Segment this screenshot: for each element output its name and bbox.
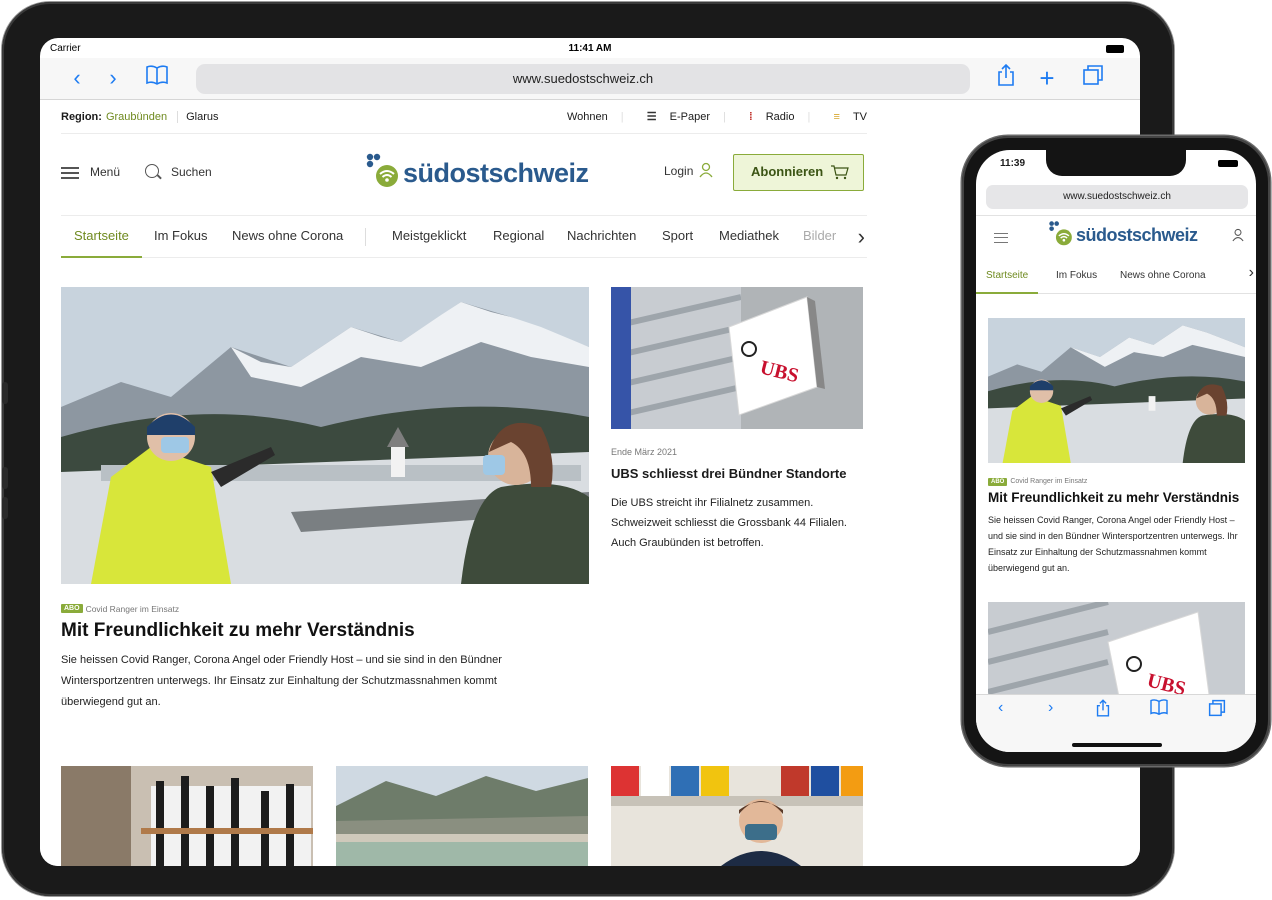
phone-browser-toolbar: ‹ › (976, 694, 1256, 752)
epaper-link[interactable]: ☰ E-Paper (637, 111, 710, 123)
divider: | (620, 111, 624, 123)
nav-divider (365, 228, 366, 246)
tablet-side-button (2, 497, 8, 519)
browser-toolbar: ‹ › www.suedostschweiz.ch + (40, 58, 1140, 100)
epaper-icon: ☰ (646, 111, 657, 123)
hero-title[interactable]: Mit Freundlichkeit zu mehr Verständnis (61, 620, 415, 642)
bookmarks-icon[interactable] (1150, 699, 1168, 720)
tv-label: TV (852, 111, 867, 123)
region-label: Region: (61, 111, 102, 123)
divider: | (807, 111, 811, 123)
phone-address-bar[interactable]: www.suedostschweiz.ch (986, 185, 1248, 209)
wohnen-link[interactable]: Wohnen (567, 111, 608, 123)
phone-notch (1046, 150, 1186, 176)
subscribe-label: Abonnieren (751, 164, 824, 179)
epaper-label: E-Paper (669, 111, 710, 123)
region-bar: Region: Graubünden Glarus Wohnen | ☰ E-Pap… (61, 100, 867, 134)
phone-status-time: 11:39 (1000, 158, 1026, 169)
nav-mediathek[interactable]: Mediathek (719, 216, 779, 258)
back-icon[interactable]: ‹ (998, 699, 1003, 717)
region-graubuenden-link[interactable]: Graubünden (106, 111, 167, 123)
phone-hero-image[interactable] (988, 318, 1245, 463)
phone-second-story-image[interactable]: UBS (988, 602, 1245, 702)
tabs-icon[interactable] (1208, 699, 1226, 722)
radio-link[interactable]: ⁞ Radio (739, 111, 794, 123)
nav-im-fokus[interactable]: Im Fokus (154, 216, 207, 258)
phone-screen: 11:39 www.suedostschweiz.ch südostschwei… (976, 150, 1256, 752)
forward-icon[interactable]: › (1048, 699, 1053, 717)
user-icon[interactable] (1232, 228, 1244, 242)
menu-button[interactable]: Menü (90, 165, 120, 179)
phone-navigation: Startseite Im Fokus News ohne Corona › (976, 260, 1256, 294)
subscribe-button[interactable]: Abonnieren (733, 154, 864, 191)
chevron-right-icon[interactable]: › (858, 224, 865, 250)
battery-icon (1218, 160, 1238, 167)
login-button[interactable]: Login (664, 164, 693, 178)
address-bar[interactable]: www.suedostschweiz.ch (196, 64, 970, 94)
abo-badge: ABO (61, 604, 83, 614)
status-time: 11:41 AM (568, 43, 612, 54)
nav-nachrichten[interactable]: Nachrichten (567, 216, 636, 258)
chevron-right-icon[interactable]: › (1249, 264, 1254, 282)
hero-kicker-text: Covid Ranger im Einsatz (85, 603, 180, 614)
service-links: Wohnen | ☰ E-Paper | ⁞ Radio | ≡ TV (557, 100, 867, 134)
radio-label: Radio (765, 111, 795, 123)
logo-mark-icon (366, 153, 398, 187)
nav-news-ohne-corona[interactable]: News ohne Corona (232, 216, 343, 258)
phone-hero-kicker: ABO Covid Ranger im Einsatz (988, 473, 1087, 491)
nav-im-fokus[interactable]: Im Fokus (1056, 260, 1097, 294)
story-thumbnail[interactable] (336, 766, 588, 866)
share-icon[interactable] (1096, 699, 1110, 722)
cart-icon (831, 165, 849, 180)
nav-startseite[interactable]: Startseite (976, 260, 1039, 294)
tv-icon: ≡ (833, 111, 840, 123)
phone-hero-title[interactable]: Mit Freundlichkeit zu mehr Verständnis (988, 490, 1239, 505)
nav-meistgeklickt[interactable]: Meistgeklickt (392, 216, 466, 258)
radio-icon: ⁞ (748, 111, 753, 123)
tabs-icon[interactable] (1080, 64, 1106, 92)
region-glarus-link[interactable]: Glarus (177, 111, 219, 123)
hero-image[interactable] (61, 287, 589, 584)
side-story-image[interactable]: UBS (611, 287, 863, 429)
story-thumbnail[interactable] (611, 766, 863, 866)
site-header: Menü Suchen südostschweiz Login Abonnier… (61, 134, 867, 216)
divider (976, 215, 1256, 216)
hero-kicker: ABO Covid Ranger im Einsatz (61, 600, 179, 618)
nav-regional[interactable]: Regional (493, 216, 544, 258)
hero-teaser: Sie heissen Covid Ranger, Corona Angel o… (61, 654, 502, 708)
home-indicator (1072, 743, 1162, 747)
divider: | (723, 111, 726, 123)
menu-icon[interactable] (61, 167, 79, 179)
side-story-date: Ende März 2021 (611, 447, 678, 457)
menu-icon[interactable] (994, 233, 1008, 243)
phone-hero-teaser: Sie heissen Covid Ranger, Corona Angel o… (988, 515, 1238, 573)
tablet-side-button (2, 382, 8, 404)
nav-bilder[interactable]: Bilder (803, 216, 836, 258)
back-icon[interactable]: ‹ (66, 64, 88, 92)
tablet-side-button (2, 467, 8, 489)
phone-hero-kicker-text: Covid Ranger im Einsatz (1010, 478, 1088, 486)
logo-mark-icon (1049, 221, 1072, 246)
side-story-teaser: Die UBS streicht ihr Filialnetz zusammen… (611, 497, 847, 549)
new-tab-icon[interactable]: + (1035, 64, 1059, 92)
abo-badge: ABO (988, 477, 1008, 486)
logo-text: südostschweiz (1076, 225, 1198, 245)
main-navigation: Startseite Im Fokus News ohne Corona Mei… (61, 216, 867, 258)
search-button[interactable]: Suchen (171, 165, 212, 179)
nav-news-ohne-corona[interactable]: News ohne Corona (1120, 260, 1206, 294)
phone-frame: 11:39 www.suedostschweiz.ch südostschwei… (962, 136, 1270, 766)
tv-link[interactable]: ≡ TV (823, 111, 867, 123)
status-bar: Carrier 11:41 AM (40, 38, 1140, 58)
forward-icon[interactable]: › (102, 64, 124, 92)
story-thumbnail[interactable] (61, 766, 313, 866)
share-icon[interactable] (994, 63, 1018, 92)
nav-sport[interactable]: Sport (662, 216, 693, 258)
side-story-title[interactable]: UBS schliesst drei Bündner Standorte (611, 466, 847, 481)
search-icon[interactable] (145, 164, 159, 178)
user-icon[interactable] (699, 162, 713, 178)
logo-text: südostschweiz (403, 158, 589, 188)
nav-startseite[interactable]: Startseite (61, 216, 142, 258)
bookmarks-icon[interactable] (144, 64, 170, 92)
battery-icon (1106, 45, 1124, 53)
